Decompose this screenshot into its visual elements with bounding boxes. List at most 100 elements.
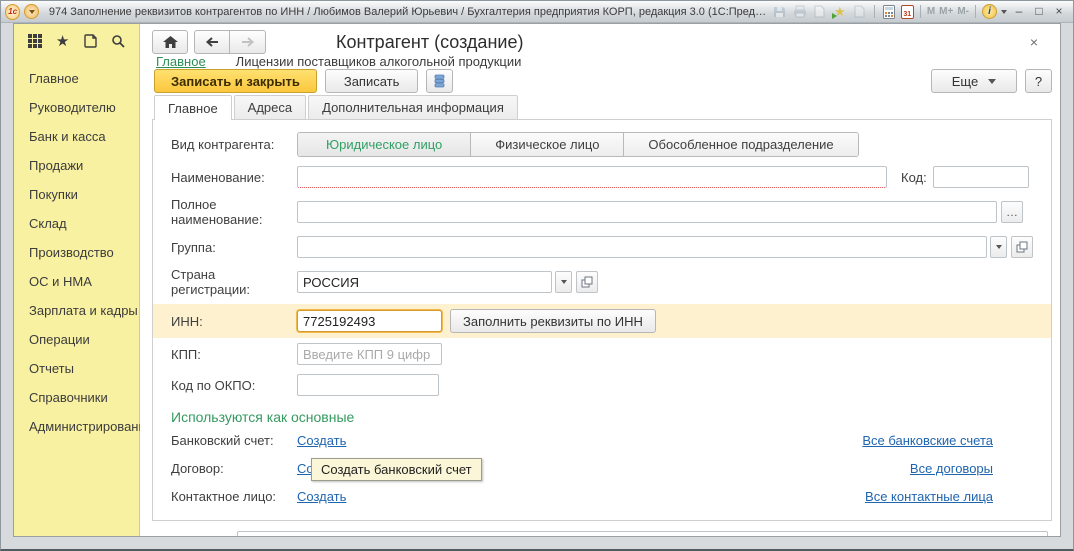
field-row-full-name: Полное наименование: … xyxy=(153,195,1051,229)
save-icon[interactable] xyxy=(772,4,788,19)
contract-label: Договор: xyxy=(171,461,297,476)
tab-glavnoe[interactable]: Главное xyxy=(154,95,232,120)
close-window-button[interactable]: × xyxy=(1051,4,1067,19)
contact-person-label: Контактное лицо: xyxy=(171,489,297,504)
sidebar-item-sklad[interactable]: Склад xyxy=(14,209,139,238)
all-contracts-link[interactable]: Все договоры xyxy=(910,461,993,476)
print-icon[interactable] xyxy=(792,4,808,19)
register-records-button[interactable] xyxy=(426,69,453,93)
country-input[interactable] xyxy=(297,271,552,293)
sections-sidebar: ★ Главное Руководителю Банк и касса Прод… xyxy=(14,24,140,536)
nav-link-glavnoe[interactable]: Главное xyxy=(156,54,206,69)
kind-option-yuridicheskoe-lico[interactable]: Юридическое лицо xyxy=(298,133,471,156)
memory-m-plus-button[interactable]: M+ xyxy=(939,6,953,17)
form-tabs: Главное Адреса Дополнительная информация xyxy=(152,95,1052,119)
country-dropdown-button[interactable] xyxy=(555,271,572,293)
code-input[interactable] xyxy=(933,166,1029,188)
calendar-icon[interactable]: 31 xyxy=(901,5,914,19)
country-open-button[interactable] xyxy=(576,271,598,293)
help-button[interactable]: ? xyxy=(1025,69,1052,93)
sidebar-item-bank-i-kassa[interactable]: Банк и касса xyxy=(14,122,139,151)
inn-label: ИНН: xyxy=(171,314,297,329)
full-name-input[interactable] xyxy=(297,201,997,223)
sidebar-item-otchety[interactable]: Отчеты xyxy=(14,354,139,383)
1c-app-icon[interactable]: 1с xyxy=(5,4,20,20)
more-button[interactable]: Еще xyxy=(931,69,1017,93)
history-icon[interactable] xyxy=(81,32,99,50)
comment-input[interactable] xyxy=(237,531,1048,537)
arrow-right-icon xyxy=(241,36,255,48)
functions-menu-icon[interactable] xyxy=(26,32,44,50)
search-icon[interactable] xyxy=(109,32,127,50)
nav-link-licenses[interactable]: Лицензии поставщиков алкогольной продукц… xyxy=(236,54,522,69)
arrow-left-icon xyxy=(205,36,219,48)
group-label: Группа: xyxy=(171,240,297,255)
group-dropdown-button[interactable] xyxy=(990,236,1007,258)
sidebar-item-proizvodstvo[interactable]: Производство xyxy=(14,238,139,267)
forward-button[interactable] xyxy=(230,30,266,54)
document-icon[interactable] xyxy=(852,4,868,19)
create-bank-account-link[interactable]: Создать xyxy=(297,433,346,448)
titlebar: 1с 974 Заполнение реквизитов контрагенто… xyxy=(1,1,1073,23)
preview-icon[interactable] xyxy=(812,4,828,19)
memory-m-button[interactable]: M xyxy=(927,6,935,17)
form-close-button[interactable]: × xyxy=(1030,35,1038,49)
create-contact-link[interactable]: Создать xyxy=(297,489,346,504)
command-bar: Записать и закрыть Записать Еще ? xyxy=(152,69,1052,93)
app-menu-dropdown[interactable] xyxy=(24,4,38,19)
kind-option-obosoblennoe-podrazdelenie[interactable]: Обособленное подразделение xyxy=(624,133,857,156)
inn-input[interactable] xyxy=(297,310,442,332)
bank-account-label: Банковский счет: xyxy=(171,433,297,448)
titlebar-actions: ★ 31 M M+ M- i – □ × xyxy=(772,4,1067,19)
info-icon[interactable]: i xyxy=(982,4,997,19)
sidebar-item-spravochniki[interactable]: Справочники xyxy=(14,383,139,412)
back-button[interactable] xyxy=(194,30,230,54)
chevron-down-icon[interactable] xyxy=(1001,10,1007,14)
tab-dop-informaciya[interactable]: Дополнительная информация xyxy=(308,95,518,119)
home-icon xyxy=(163,36,178,49)
sidebar-item-operacii[interactable]: Операции xyxy=(14,325,139,354)
minimize-button[interactable]: – xyxy=(1011,4,1027,19)
all-contacts-link[interactable]: Все контактные лица xyxy=(865,489,993,504)
group-input[interactable] xyxy=(297,236,987,258)
open-windows-icon xyxy=(1016,241,1028,253)
okpo-input[interactable] xyxy=(297,374,439,396)
separator xyxy=(920,5,921,18)
field-row-country: Страна регистрации: xyxy=(153,265,1051,299)
add-to-favorites-icon[interactable]: ★ xyxy=(832,4,848,19)
window-title: 974 Заполнение реквизитов контрагентов п… xyxy=(49,6,768,18)
page-title: Контрагент (создание) xyxy=(336,32,523,53)
name-input[interactable] xyxy=(297,166,887,188)
sidebar-item-os-i-nma[interactable]: ОС и НМА xyxy=(14,267,139,296)
maximize-button[interactable]: □ xyxy=(1031,4,1047,19)
calculator-icon[interactable] xyxy=(881,4,897,19)
sidebar-item-zarplata-i-kadry[interactable]: Зарплата и кадры xyxy=(14,296,139,325)
save-button[interactable]: Записать xyxy=(325,69,419,93)
chevron-down-icon xyxy=(996,245,1002,249)
history-nav-group xyxy=(194,30,266,54)
counterparty-form: Контрагент (создание) × Главное Лицензии… xyxy=(140,24,1060,536)
sidebar-item-administrirovanie[interactable]: Администрирование xyxy=(14,412,139,441)
tab-panel-glavnoe: Вид контрагента: Юридическое лицо Физиче… xyxy=(152,119,1052,521)
kind-option-fizicheskoe-lico[interactable]: Физическое лицо xyxy=(471,133,624,156)
save-and-close-button[interactable]: Записать и закрыть xyxy=(154,69,317,93)
application-window: 1с 974 Заполнение реквизитов контрагенто… xyxy=(0,0,1074,551)
memory-m-minus-button[interactable]: M- xyxy=(957,6,969,17)
sidebar-toolbar: ★ xyxy=(14,24,139,56)
sidebar-item-glavnoe[interactable]: Главное xyxy=(14,64,139,93)
field-row-inn: ИНН: Заполнить реквизиты по ИНН xyxy=(153,304,1051,338)
all-bank-accounts-link[interactable]: Все банковские счета xyxy=(862,433,993,448)
group-open-button[interactable] xyxy=(1011,236,1033,258)
comment-label: Комментарий: xyxy=(152,535,231,537)
favorites-star-icon[interactable]: ★ xyxy=(54,32,72,50)
home-button[interactable] xyxy=(152,30,188,54)
sidebar-item-rukovoditelyu[interactable]: Руководителю xyxy=(14,93,139,122)
kpp-input[interactable] xyxy=(297,343,442,365)
sidebar-item-prodazhi[interactable]: Продажи xyxy=(14,151,139,180)
comment-row: Комментарий: xyxy=(152,531,1052,537)
ellipsis-button[interactable]: … xyxy=(1001,201,1023,223)
full-name-label: Полное наименование: xyxy=(171,197,297,227)
sidebar-item-pokupki[interactable]: Покупки xyxy=(14,180,139,209)
tab-adresa[interactable]: Адреса xyxy=(234,95,306,119)
fill-by-inn-button[interactable]: Заполнить реквизиты по ИНН xyxy=(450,309,656,333)
